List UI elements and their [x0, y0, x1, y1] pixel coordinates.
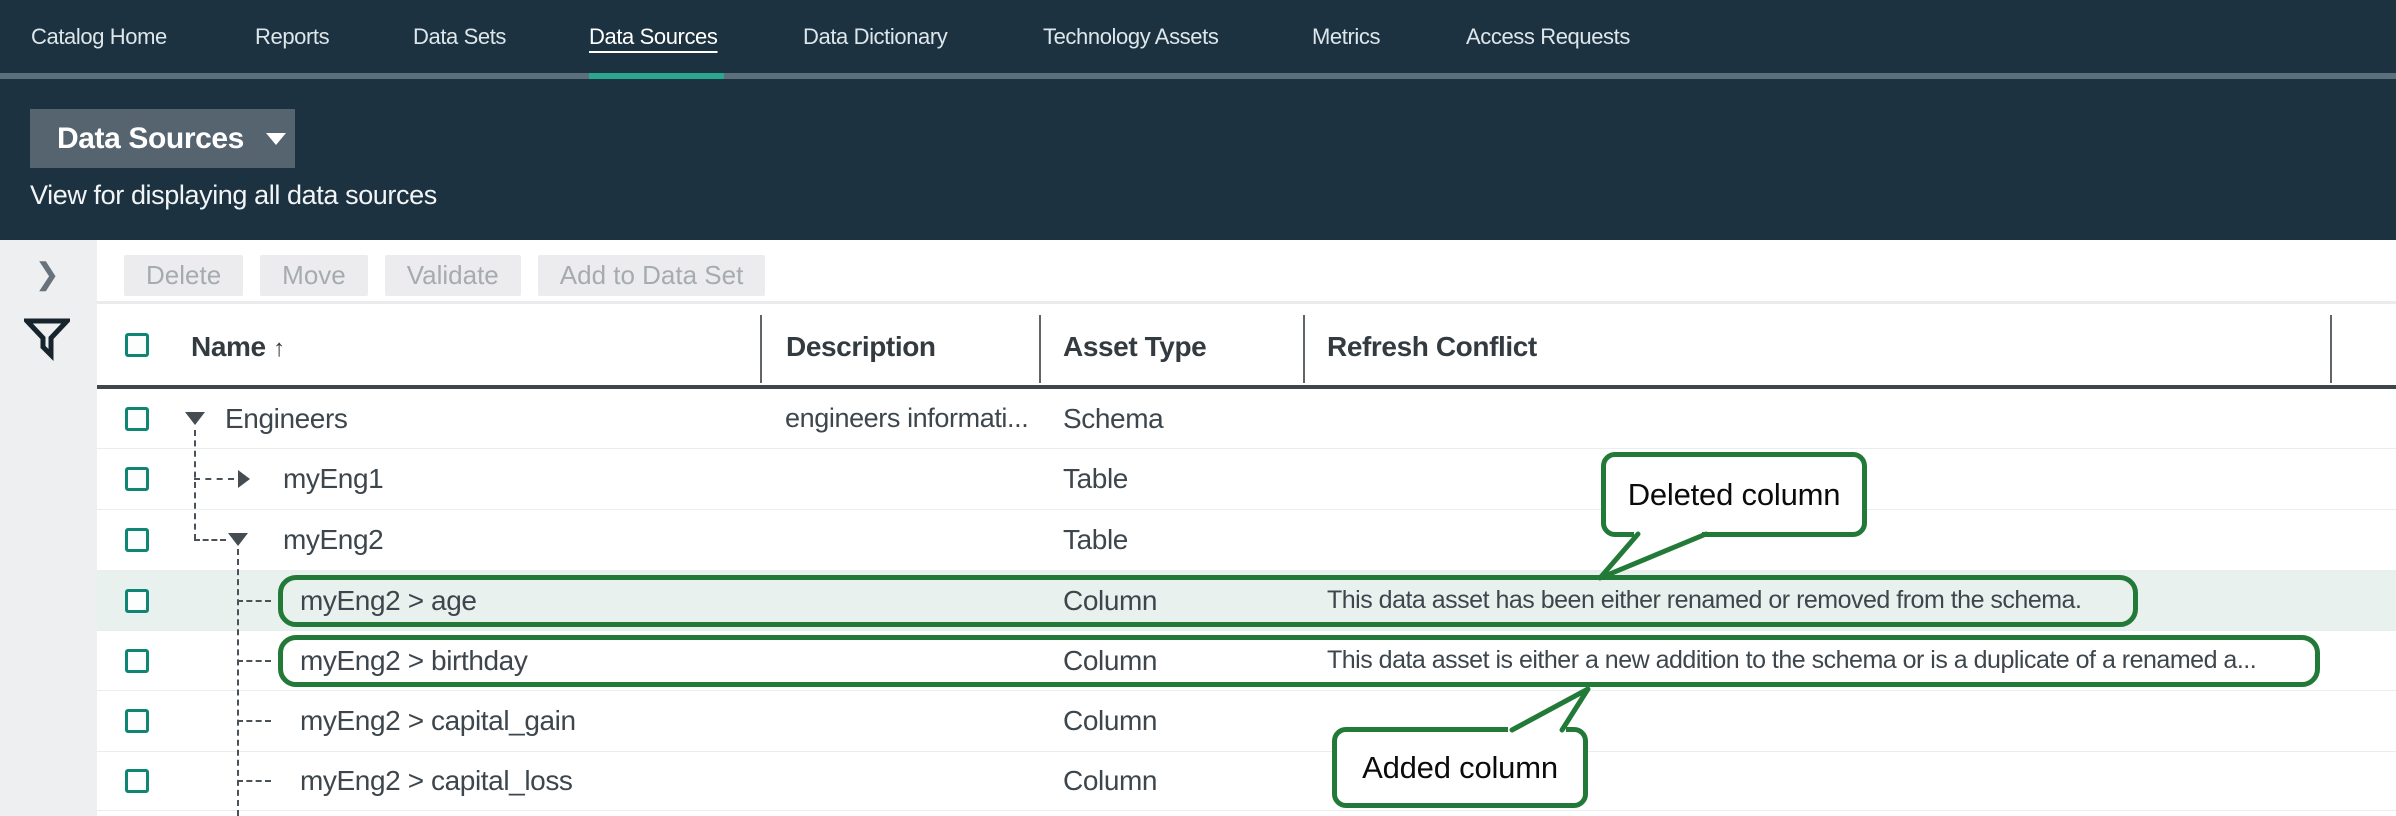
- tree-line: [237, 600, 271, 602]
- page-title: Data Sources: [57, 122, 244, 156]
- table-row-myeng2-capital-loss[interactable]: myEng2 > capital_loss Column: [97, 752, 2396, 811]
- row-name: myEng2 > capital_gain: [300, 691, 576, 751]
- tree-line: [237, 660, 271, 662]
- row-checkbox[interactable]: [125, 649, 149, 673]
- column-header-name[interactable]: Name ↑: [191, 330, 285, 364]
- column-divider: [760, 315, 762, 383]
- page-header: Data Sources View for displaying all dat…: [0, 79, 2396, 240]
- column-header-refresh-conflict[interactable]: Refresh Conflict: [1327, 330, 1537, 364]
- row-checkbox[interactable]: [125, 589, 149, 613]
- view-description: View for displaying all data sources: [30, 180, 437, 211]
- top-navigation: Catalog Home Reports Data Sets Data Sour…: [0, 0, 2396, 73]
- row-asset-type: Table: [1063, 510, 1128, 570]
- nav-data-sources[interactable]: Data Sources: [589, 0, 718, 73]
- expand-icon-myeng1[interactable]: [238, 470, 250, 488]
- column-header-asset-type[interactable]: Asset Type: [1063, 330, 1206, 364]
- row-name: myEng2 > age: [300, 571, 477, 630]
- tree-line: [237, 549, 239, 816]
- tree-line: [194, 430, 196, 540]
- deleted-column-callout-label: Deleted column: [1628, 477, 1841, 513]
- table-row-myeng2-age[interactable]: myEng2 > age Column This data asset has …: [97, 571, 2396, 631]
- app-window: Catalog Home Reports Data Sets Data Sour…: [0, 0, 2396, 816]
- add-to-data-set-button[interactable]: Add to Data Set: [538, 255, 766, 296]
- row-description: engineers informati...: [785, 389, 1028, 448]
- column-divider: [1303, 315, 1305, 383]
- row-name: myEng1: [283, 449, 383, 509]
- row-asset-type: Schema: [1063, 389, 1163, 448]
- collapse-icon-engineers[interactable]: [185, 412, 205, 425]
- row-asset-type: Column: [1063, 571, 1157, 630]
- row-asset-type: Table: [1063, 449, 1128, 509]
- move-button[interactable]: Move: [260, 255, 368, 296]
- left-rail: ❯: [0, 240, 97, 816]
- column-divider: [1039, 315, 1041, 383]
- expand-panel-icon[interactable]: ❯: [30, 258, 64, 292]
- nav-metrics[interactable]: Metrics: [1312, 0, 1380, 73]
- tree-line: [194, 478, 234, 480]
- row-checkbox[interactable]: [125, 528, 149, 552]
- view-selector-button[interactable]: Data Sources: [30, 109, 295, 168]
- table-row-myeng2-capital-gain[interactable]: myEng2 > capital_gain Column: [97, 691, 2396, 752]
- row-checkbox[interactable]: [125, 769, 149, 793]
- tree-line: [194, 539, 226, 541]
- column-divider: [2330, 315, 2332, 383]
- row-asset-type: Column: [1063, 691, 1157, 751]
- row-name: myEng2 > capital_loss: [300, 752, 573, 810]
- tree-line: [237, 780, 271, 782]
- table-row-myeng2-birthday[interactable]: myEng2 > birthday Column This data asset…: [97, 631, 2396, 691]
- sort-asc-icon: ↑: [273, 335, 285, 362]
- row-checkbox[interactable]: [125, 407, 149, 431]
- chevron-down-icon: [266, 133, 286, 145]
- column-header-name-label: Name: [191, 331, 266, 362]
- nav-data-sets[interactable]: Data Sets: [413, 0, 506, 73]
- nav-data-dictionary[interactable]: Data Dictionary: [803, 0, 947, 73]
- nav-reports[interactable]: Reports: [255, 0, 329, 73]
- filter-icon[interactable]: [24, 318, 70, 362]
- nav-access-requests[interactable]: Access Requests: [1466, 0, 1630, 73]
- validate-button[interactable]: Validate: [385, 255, 521, 296]
- nav-technology-assets[interactable]: Technology Assets: [1043, 0, 1218, 73]
- added-column-callout-label: Added column: [1362, 750, 1558, 786]
- column-header-description[interactable]: Description: [786, 330, 936, 364]
- table-row-engineers[interactable]: Engineers engineers informati... Schema: [97, 389, 2396, 449]
- collapse-icon-myeng2[interactable]: [228, 533, 248, 546]
- actions-toolbar: Delete Move Validate Add to Data Set: [124, 255, 765, 296]
- row-asset-type: Column: [1063, 752, 1157, 810]
- table-row-myeng1[interactable]: myEng1 Table: [97, 449, 2396, 510]
- row-name: Engineers: [225, 389, 347, 448]
- tree-line: [237, 720, 271, 722]
- table-row-myeng2[interactable]: myEng2 Table: [97, 510, 2396, 571]
- row-refresh-conflict: This data asset is either a new addition…: [1327, 631, 2256, 690]
- row-checkbox[interactable]: [125, 467, 149, 491]
- row-asset-type: Column: [1063, 631, 1157, 690]
- added-column-callout: Added column: [1332, 727, 1588, 808]
- row-refresh-conflict: This data asset has been either renamed …: [1327, 571, 2081, 630]
- nav-catalog-home[interactable]: Catalog Home: [31, 0, 167, 73]
- deleted-column-callout: Deleted column: [1601, 452, 1867, 537]
- row-name: myEng2: [283, 510, 383, 570]
- row-checkbox[interactable]: [125, 709, 149, 733]
- select-all-checkbox[interactable]: [125, 333, 149, 357]
- row-name: myEng2 > birthday: [300, 631, 527, 690]
- toolbar-divider: [97, 301, 2396, 304]
- delete-button[interactable]: Delete: [124, 255, 243, 296]
